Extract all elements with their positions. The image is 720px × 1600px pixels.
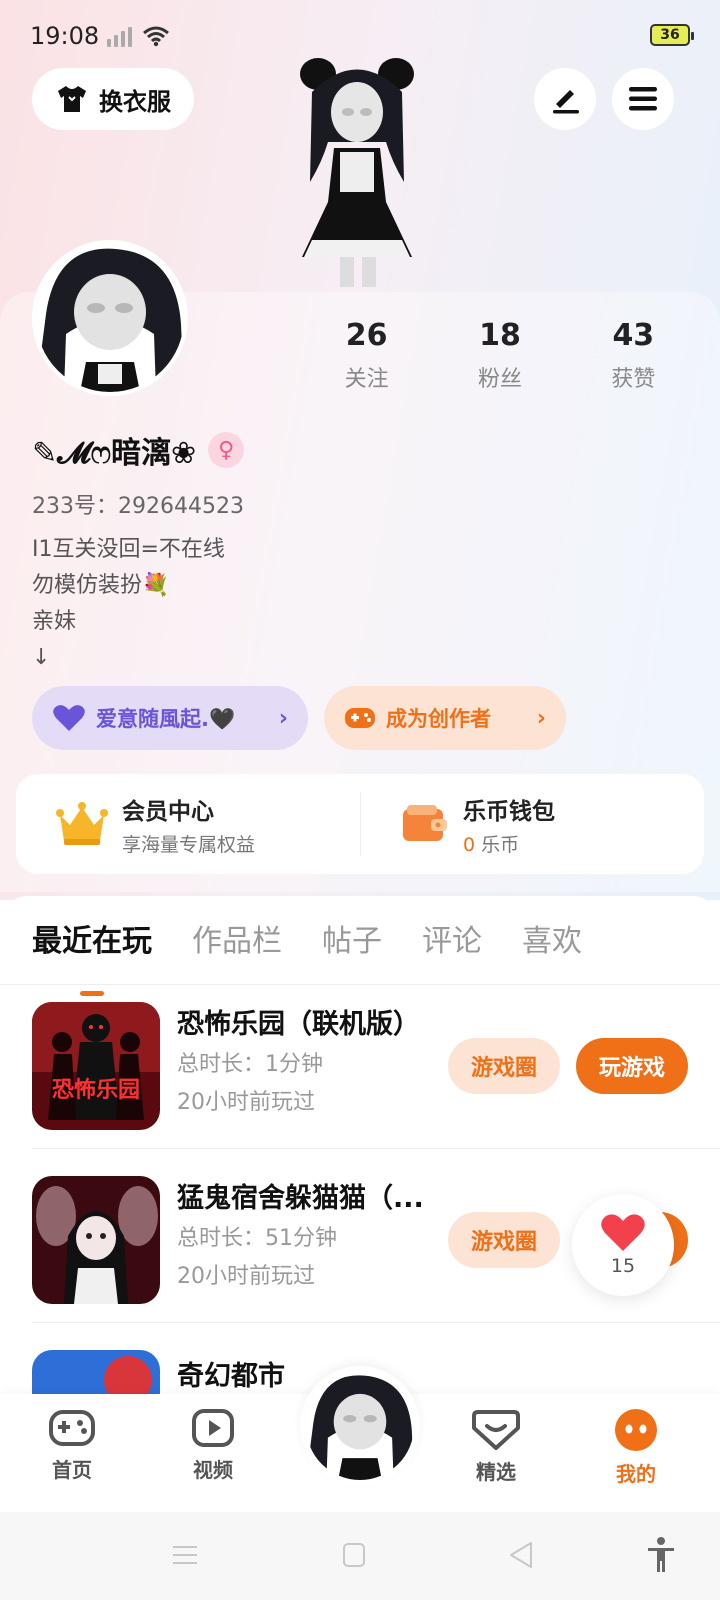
battery-icon: 36 — [650, 24, 694, 46]
wifi-icon — [143, 26, 170, 47]
love-tag-button[interactable]: 爱意随風起.🖤 › — [32, 686, 308, 750]
game-title: 奇幻都市 — [177, 1361, 285, 1392]
gamepad-icon — [49, 1410, 95, 1446]
stat-label: 获赞 — [611, 367, 656, 392]
avatar-image — [36, 244, 184, 392]
profile-tabs: 最近在玩 作品栏 帖子 评论 喜欢 — [32, 916, 582, 996]
change-outfit-label: 换衣服 — [99, 87, 171, 116]
tab-recent[interactable]: 最近在玩 — [32, 916, 152, 996]
chevron-right-icon: › — [278, 705, 288, 731]
recent-apps-icon[interactable] — [172, 1542, 198, 1568]
game-thumbnail: 恐怖乐园 — [32, 1002, 160, 1130]
member-wallet-card: 会员中心 享海量专属权益 乐币钱包 0 乐币 — [16, 774, 704, 874]
avatar-image — [306, 1372, 414, 1480]
tab-works[interactable]: 作品栏 — [192, 916, 282, 966]
game-thumbnail-text: 恐怖乐园 — [51, 1078, 140, 1103]
home-icon[interactable] — [342, 1542, 366, 1568]
game-thumbnail — [32, 1176, 160, 1304]
member-center-subtitle: 享海量专属权益 — [122, 833, 256, 856]
game-row[interactable]: 恐怖乐园 恐怖乐园（联机版） 总时长：1分钟 20小时前玩过 游戏圈 玩游戏 — [32, 982, 720, 1158]
nickname: ✎𝓜ෆ暗漓❀ — [32, 436, 197, 471]
bottom-nav: 首页 视频 精选 我的 — [0, 1366, 720, 1512]
heart-icon — [601, 1214, 645, 1251]
game-duration: 总时长：1分钟 — [177, 1052, 323, 1077]
nav-featured[interactable]: 精选 — [446, 1408, 546, 1485]
game-title: 恐怖乐园（联机版） — [177, 1009, 420, 1040]
user-id: 233号：292644523 — [32, 494, 244, 519]
nav-label: 首页 — [52, 1458, 92, 1482]
avatar-figure-image[interactable] — [282, 52, 432, 292]
game-info: 恐怖乐园（联机版） 总时长：1分钟 20小时前玩过 — [177, 1002, 437, 1116]
nav-video[interactable]: 视频 — [163, 1408, 263, 1483]
bio-line: 勿模仿装扮💐 — [32, 573, 170, 598]
crown-icon — [56, 802, 108, 845]
game-info: 猛鬼宿舍躲猫猫（... 总时长：51分钟 20小时前玩过 — [177, 1176, 437, 1290]
member-center-button[interactable]: 会员中心 享海量专属权益 — [16, 774, 360, 874]
stat-value: 26 — [345, 318, 388, 353]
stat-likes[interactable]: 43 获赞 — [567, 318, 700, 393]
gamepad-icon — [345, 708, 375, 728]
wallet-amount: 0 — [463, 833, 476, 856]
heart-icon — [53, 705, 85, 731]
video-icon — [192, 1409, 234, 1447]
nav-me[interactable]: 我的 — [586, 1408, 686, 1487]
game-last-played: 20小时前玩过 — [177, 1090, 315, 1115]
status-time: 19:08 — [30, 22, 100, 50]
profile-avatar[interactable] — [32, 240, 188, 396]
wallet-title: 乐币钱包 — [463, 798, 555, 825]
nav-label: 我的 — [616, 1462, 656, 1486]
stat-followers[interactable]: 18 粉丝 — [433, 318, 566, 393]
game-title: 猛鬼宿舍躲猫猫（... — [177, 1183, 424, 1214]
game-last-played: 20小时前玩过 — [177, 1264, 315, 1289]
stat-following[interactable]: 26 关注 — [300, 318, 433, 393]
pencil-icon — [553, 90, 579, 114]
nav-label: 精选 — [476, 1460, 516, 1484]
member-center-title: 会员中心 — [122, 798, 214, 825]
shirt-icon — [58, 86, 86, 112]
row-divider — [32, 1148, 720, 1149]
profile-stats: 26 关注 18 粉丝 43 获赞 — [300, 318, 700, 393]
stat-label: 关注 — [344, 367, 389, 392]
back-icon[interactable] — [508, 1540, 534, 1570]
menu-button[interactable] — [612, 68, 674, 130]
accessibility-icon[interactable] — [646, 1536, 676, 1574]
tab-likes[interactable]: 喜欢 — [522, 916, 582, 966]
gender-female-icon: ♀ — [208, 432, 245, 468]
face-icon — [615, 1409, 657, 1451]
bio-line: 亲妹 — [32, 609, 77, 634]
like-count: 15 — [610, 1255, 636, 1277]
tab-posts[interactable]: 帖子 — [322, 916, 382, 966]
heart-chat-icon — [472, 1410, 520, 1450]
nickname-row: ✎𝓜ෆ暗漓❀ ♀ — [32, 428, 245, 472]
edit-profile-button[interactable] — [534, 68, 596, 130]
chevron-right-icon: › — [536, 705, 546, 731]
stat-label: 粉丝 — [477, 367, 522, 392]
game-circle-button[interactable]: 游戏圈 — [448, 1038, 560, 1094]
become-creator-label: 成为创作者 — [386, 707, 491, 731]
become-creator-button[interactable]: 成为创作者 › — [324, 686, 566, 750]
wallet-icon — [403, 805, 447, 841]
floating-like-button[interactable]: 15 — [572, 1194, 674, 1296]
nav-label: 视频 — [193, 1458, 233, 1482]
game-duration: 总时长：51分钟 — [177, 1226, 337, 1251]
bio-line: ↓ — [32, 645, 51, 670]
system-nav-bar — [0, 1512, 720, 1600]
bio: I1互关没回=不在线 勿模仿装扮💐 亲妹 ↓ — [32, 532, 225, 676]
bio-line: I1互关没回=不在线 — [32, 537, 225, 562]
menu-icon — [629, 87, 657, 111]
nav-center-avatar[interactable] — [300, 1366, 420, 1486]
nav-home[interactable]: 首页 — [22, 1408, 122, 1483]
game-circle-button[interactable]: 游戏圈 — [448, 1212, 560, 1268]
love-tag-label: 爱意随風起.🖤 — [96, 707, 236, 731]
play-game-button[interactable]: 玩游戏 — [576, 1038, 688, 1094]
wallet-button[interactable]: 乐币钱包 0 乐币 — [360, 792, 704, 856]
wallet-balance: 0 乐币 — [463, 830, 555, 857]
stat-value: 43 — [612, 318, 655, 353]
row-divider — [32, 1322, 720, 1323]
change-outfit-button[interactable]: 换衣服 — [32, 68, 194, 130]
tab-comments[interactable]: 评论 — [422, 916, 482, 966]
signal-icon — [107, 25, 133, 47]
wallet-unit: 乐币 — [481, 833, 520, 856]
stat-value: 18 — [479, 318, 521, 353]
